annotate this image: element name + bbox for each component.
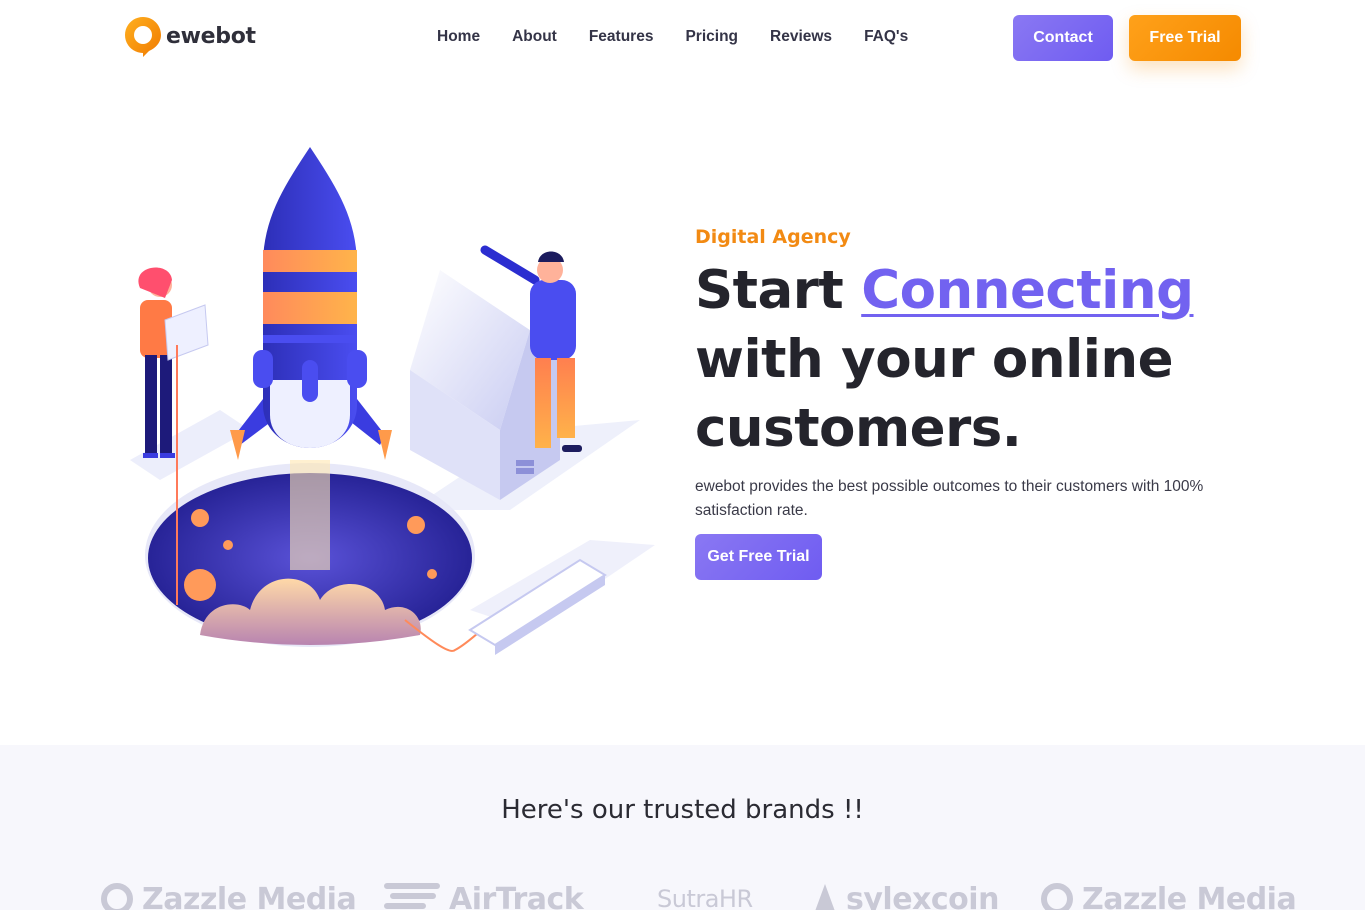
zazzle-icon-2 bbox=[1041, 883, 1073, 910]
hero-headline: Start Connecting with your online custom… bbox=[695, 256, 1255, 463]
hero-eyebrow: Digital Agency bbox=[695, 226, 851, 248]
get-free-trial-button[interactable]: Get Free Trial bbox=[695, 534, 822, 580]
nav-reviews[interactable]: Reviews bbox=[770, 28, 832, 46]
brands-section: Here's our trusted brands !! Zazzle Medi… bbox=[0, 745, 1365, 910]
logo[interactable]: ewebot bbox=[124, 16, 256, 57]
headline-highlight: Connecting bbox=[861, 260, 1194, 321]
brand-logo-airtrack: AirTrack bbox=[383, 879, 584, 910]
main-nav: Home About Features Pricing Reviews FAQ'… bbox=[437, 28, 940, 46]
logo-text: ewebot bbox=[166, 23, 256, 49]
brand-logo-zazzle: Zazzle Media bbox=[100, 879, 357, 910]
nav-home[interactable]: Home bbox=[437, 28, 480, 46]
free-trial-button[interactable]: Free Trial bbox=[1129, 15, 1241, 61]
headline-pre: Start bbox=[695, 260, 862, 321]
nav-features[interactable]: Features bbox=[589, 28, 654, 46]
nav-about[interactable]: About bbox=[512, 28, 557, 46]
hero-description: ewebot provides the best possible outcom… bbox=[695, 478, 1204, 519]
contact-button[interactable]: Contact bbox=[1013, 15, 1113, 61]
site-header: ewebot Home About Features Pricing Revie… bbox=[0, 0, 1365, 76]
brand-logo-sutrahr: SutraHR bbox=[657, 885, 753, 910]
logo-bubble-icon bbox=[124, 16, 162, 57]
brand-logo-sylexcoin: sylexcoin bbox=[812, 879, 999, 910]
hero-illustration bbox=[110, 130, 670, 670]
sylexcoin-icon bbox=[815, 884, 835, 910]
nav-faq[interactable]: FAQ's bbox=[864, 28, 908, 46]
brands-title: Here's our trusted brands !! bbox=[501, 795, 864, 825]
zazzle-icon bbox=[101, 883, 133, 910]
hero-text: Digital Agency Start Connecting with you… bbox=[695, 226, 1255, 523]
brand-logo-zazzle-2: Zazzle Media bbox=[1040, 879, 1297, 910]
nav-pricing[interactable]: Pricing bbox=[685, 28, 738, 46]
headline-post: with your online customers. bbox=[695, 329, 1174, 459]
airtrack-icon bbox=[384, 883, 440, 909]
